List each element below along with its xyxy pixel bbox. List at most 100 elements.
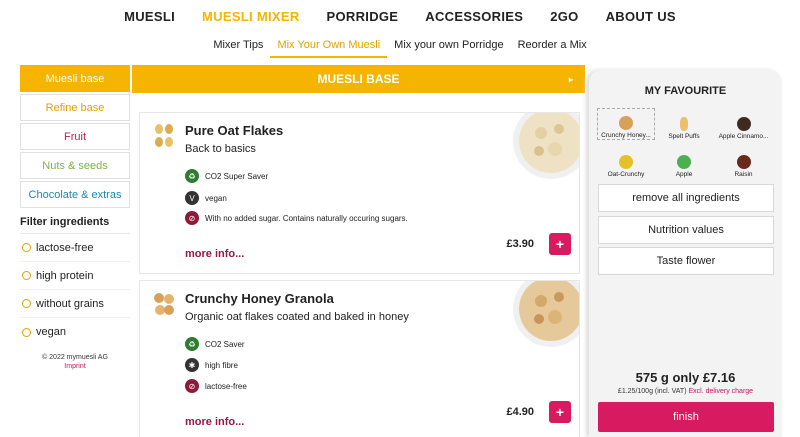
spelt-puff-icon	[680, 117, 688, 131]
filter-label: high protein	[36, 269, 94, 282]
per-100g-label: £1.25/100g (incl. VAT)	[617, 388, 687, 395]
nutrition-values-button[interactable]: Nutrition values	[598, 216, 774, 244]
subnav-reorder-a-mix[interactable]: Reorder a Mix	[511, 36, 594, 58]
subnav-mix-your-own-porridge[interactable]: Mix your own Porridge	[387, 36, 510, 58]
radio-icon[interactable]	[22, 299, 31, 308]
attribute-lactose-free: ⊘ lactose-free	[185, 379, 247, 393]
filter-high-protein[interactable]: high protein	[20, 262, 130, 290]
ingredient-grid: Crunchy Honey... Spelt Puffs Apple Cinna…	[597, 108, 774, 178]
attribute-vegan: V vegan	[185, 191, 227, 205]
remove-all-ingredients-button[interactable]: remove all ingredients	[598, 184, 774, 212]
raisin-icon	[736, 155, 751, 169]
left-sidebar: Muesli base Refine base Fruit Nuts & see…	[20, 65, 130, 370]
apple-cinnamon-icon	[736, 117, 751, 131]
triangle-right-icon: ▸	[568, 74, 573, 84]
no-sugar-icon: ⊘	[185, 211, 199, 225]
product-list: MUESLI BASE ▸ Pure Oat Flakes Back to ba…	[132, 65, 585, 437]
granola-icon	[152, 291, 176, 317]
attribute-no-sugar: ⊘ With no added sugar. Contains naturall…	[185, 211, 408, 225]
filter-without-grains[interactable]: without grains	[20, 290, 130, 318]
imprint-link[interactable]: Imprint	[20, 363, 130, 370]
ingredient-label: Raisin	[734, 171, 753, 178]
mix-panel: MY FAVOURITE Crunchy Honey... Spelt Puff…	[589, 70, 782, 437]
category-fruit[interactable]: Fruit	[20, 123, 130, 150]
more-info-link[interactable]: more info...	[185, 248, 244, 260]
nav-about-us[interactable]: ABOUT US	[606, 9, 676, 24]
co2-icon: ♻	[185, 337, 199, 351]
ingredient-apple-cinnamon[interactable]: Apple Cinnamo...	[713, 108, 774, 140]
sub-navigation: Mixer Tips Mix Your Own Muesli Mix your …	[0, 36, 800, 58]
subnav-mixer-tips[interactable]: Mixer Tips	[206, 36, 270, 58]
product-bowl-image	[511, 281, 579, 349]
attribute-label: high fibre	[205, 360, 238, 370]
product-description: Back to basics	[185, 143, 256, 155]
radio-icon[interactable]	[22, 271, 31, 280]
copyright: © 2022 mymuesli AG	[42, 354, 108, 361]
attribute-label: CO2 Saver	[205, 339, 245, 349]
ingredient-label: Crunchy Honey...	[601, 132, 651, 139]
nav-porridge[interactable]: PORRIDGE	[327, 9, 399, 24]
high-fibre-icon: ✱	[185, 358, 199, 372]
category-chocolate-extras[interactable]: Chocolate & extras	[20, 181, 130, 208]
oat-flakes-icon	[152, 123, 176, 149]
main-navigation: MUESLI MUESLI MIXER PORRIDGE ACCESSORIES…	[0, 0, 800, 32]
filter-title: Filter ingredients	[20, 216, 130, 234]
radio-icon[interactable]	[22, 327, 31, 337]
section-header[interactable]: MUESLI BASE ▸	[132, 65, 585, 93]
product-bowl-image	[511, 113, 579, 181]
product-name: Pure Oat Flakes	[185, 123, 284, 138]
filter-label: vegan	[36, 326, 66, 338]
product-price: £3.90	[506, 238, 534, 250]
ingredient-label: Apple Cinnamo...	[718, 133, 769, 140]
nav-2go[interactable]: 2GO	[550, 9, 578, 24]
add-to-mix-button[interactable]: +	[549, 401, 571, 423]
lactose-free-icon: ⊘	[185, 379, 199, 393]
ingredient-raisin[interactable]: Raisin	[713, 146, 774, 178]
attribute-label: vegan	[205, 193, 227, 203]
product-price: £4.90	[506, 406, 534, 418]
ingredient-label: Apple	[675, 171, 693, 178]
category-muesli-base[interactable]: Muesli base	[20, 65, 130, 92]
mix-title: MY FAVOURITE	[644, 85, 727, 97]
product-card: Crunchy Honey Granola Organic oat flakes…	[139, 280, 580, 437]
filter-lactose-free[interactable]: lactose-free	[20, 234, 130, 262]
ingredient-label: Oat-Crunchy	[607, 171, 645, 178]
ingredient-oat-crunchy[interactable]: Oat-Crunchy	[597, 146, 655, 178]
product-card: Pure Oat Flakes Back to basics ♻ CO2 Sup…	[139, 112, 580, 274]
granola-icon	[619, 116, 633, 130]
attribute-co2: ♻ CO2 Saver	[185, 337, 245, 351]
nav-accessories[interactable]: ACCESSORIES	[425, 9, 523, 24]
ingredient-spelt-puffs[interactable]: Spelt Puffs	[655, 108, 713, 140]
attribute-label: lactose-free	[205, 381, 247, 391]
apple-icon	[677, 155, 691, 169]
category-refine-base[interactable]: Refine base	[20, 94, 130, 121]
attribute-co2: ♻ CO2 Super Saver	[185, 169, 268, 183]
attribute-label: With no added sugar. Contains naturally …	[205, 213, 408, 223]
price-per-100g: £1.25/100g (incl. VAT) Excl. delivery ch…	[589, 388, 782, 395]
product-name: Crunchy Honey Granola	[185, 291, 334, 306]
section-title: MUESLI BASE	[317, 72, 400, 86]
taste-flower-button[interactable]: Taste flower	[598, 247, 774, 275]
delivery-charge-link[interactable]: Excl. delivery charge	[688, 388, 753, 395]
finish-button[interactable]: finish	[598, 402, 774, 432]
oat-crunchy-icon	[619, 155, 633, 169]
nav-muesli-mixer[interactable]: MUESLI MIXER	[202, 9, 300, 24]
more-info-link[interactable]: more info...	[185, 416, 244, 428]
radio-icon[interactable]	[22, 243, 31, 252]
co2-icon: ♻	[185, 169, 199, 183]
ingredient-crunchy-honey[interactable]: Crunchy Honey...	[597, 108, 655, 140]
add-to-mix-button[interactable]: +	[549, 233, 571, 255]
ingredient-label: Spelt Puffs	[668, 133, 700, 140]
ingredient-apple[interactable]: Apple	[655, 146, 713, 178]
filter-label: lactose-free	[36, 241, 94, 254]
filter-label: without grains	[36, 297, 104, 310]
nav-muesli[interactable]: MUESLI	[124, 9, 175, 24]
product-description: Organic oat flakes coated and baked in h…	[185, 311, 409, 323]
mix-total: 575 g only £7.16	[635, 370, 736, 385]
attribute-label: CO2 Super Saver	[205, 171, 269, 181]
attribute-high-fibre: ✱ high fibre	[185, 358, 238, 372]
filter-vegan[interactable]: vegan	[20, 318, 130, 346]
vegan-icon: V	[185, 191, 199, 205]
category-nuts-seeds[interactable]: Nuts & seeds	[20, 152, 130, 179]
subnav-mix-your-own-muesli[interactable]: Mix Your Own Muesli	[270, 36, 388, 58]
